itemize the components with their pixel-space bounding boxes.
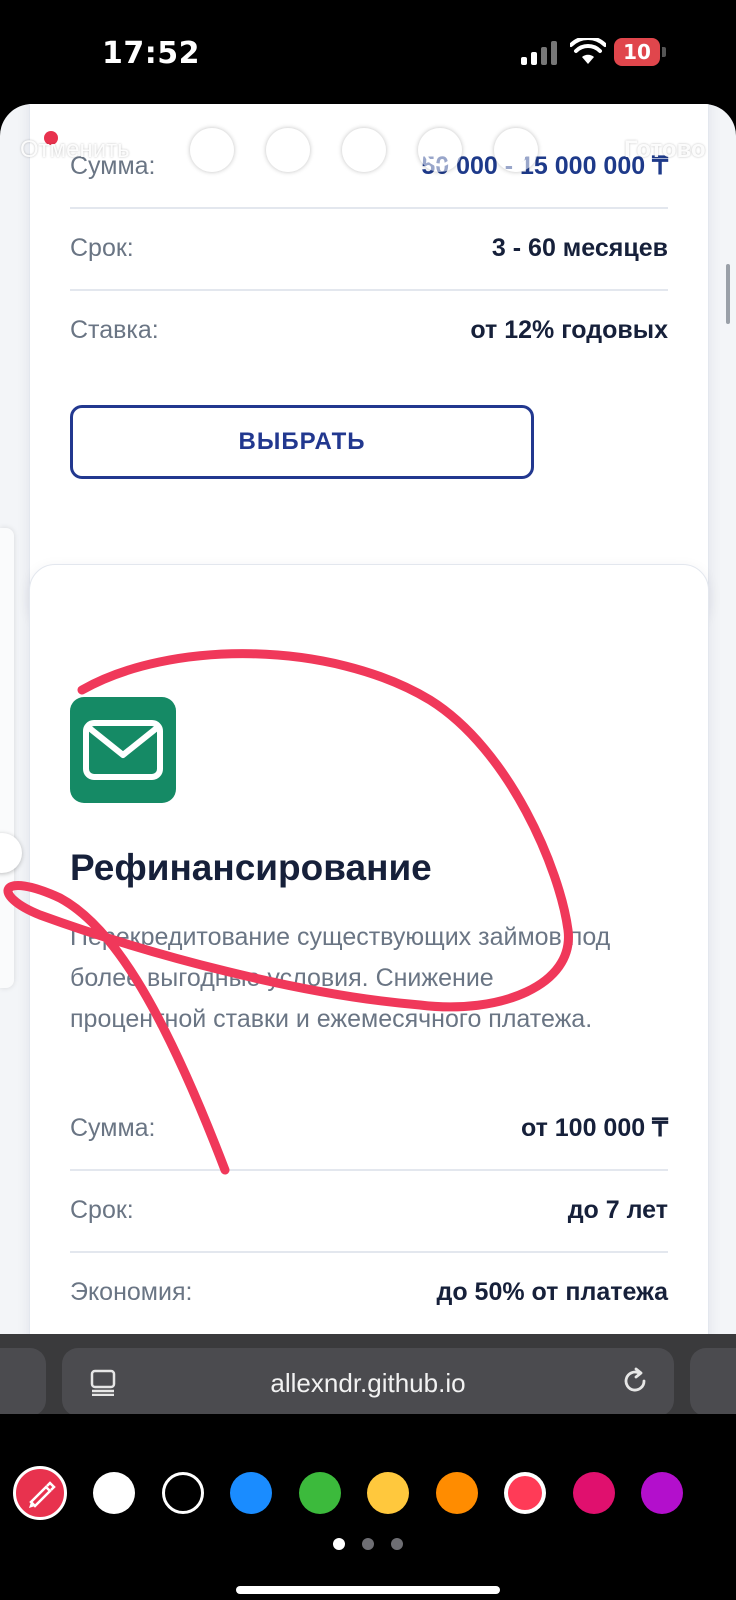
envelope-icon [70, 697, 176, 803]
color-swatch[interactable] [230, 1472, 272, 1514]
color-swatch[interactable] [298, 1472, 341, 1514]
reload-icon[interactable] [620, 1366, 650, 1396]
scroll-indicator[interactable] [726, 264, 730, 324]
home-indicator[interactable] [236, 1586, 500, 1594]
select-button[interactable]: ВЫБРАТЬ [70, 405, 534, 479]
color-swatch[interactable] [641, 1472, 683, 1514]
address-bar[interactable]: allexndr.github.io [62, 1348, 674, 1416]
row-label: Срок: [70, 233, 134, 262]
card-description: Перекредитование существующих займов под… [70, 923, 611, 1033]
url-text: allexndr.github.io [270, 1368, 466, 1398]
color-palette-icon[interactable] [418, 128, 462, 172]
pen-color-picker-button[interactable] [13, 1466, 67, 1520]
color-swatch[interactable] [572, 1472, 615, 1514]
page-indicator [333, 1538, 403, 1550]
color-swatch[interactable] [161, 1472, 204, 1514]
cancel-button[interactable]: Отменить [20, 136, 130, 164]
cellular-signal-icon [521, 41, 557, 65]
ruler-icon[interactable] [494, 128, 538, 172]
next-tab[interactable] [690, 1348, 736, 1416]
row-label: Ставка: [70, 315, 159, 344]
info-row: Ставка: от 12% годовых [70, 289, 668, 371]
info-row: Сумма: от 100 000 ₸ [70, 1087, 668, 1169]
pen-tool-icon[interactable] [190, 128, 234, 172]
row-value: до 7 лет [567, 1195, 668, 1224]
status-bar: 17:52 10 [0, 0, 736, 104]
row-label: Срок: [70, 1195, 134, 1224]
color-swatch[interactable] [93, 1472, 135, 1514]
wifi-icon [570, 38, 606, 64]
battery-level: 10 [614, 38, 660, 66]
color-swatch[interactable] [508, 1476, 542, 1510]
row-value: от 100 000 ₸ [520, 1114, 668, 1142]
row-value: до 50% от платежа [436, 1277, 668, 1306]
color-palette [0, 1414, 736, 1600]
info-row: Срок: 3 - 60 месяцев [70, 207, 668, 289]
eraser-icon[interactable] [342, 128, 386, 172]
status-time: 17:52 [102, 36, 200, 71]
battery-icon: 10 [614, 38, 666, 66]
card-title: Рефинансирование [70, 847, 432, 888]
refinance-card: Рефинансирование Перекредитование сущест… [29, 564, 709, 1412]
info-row: Экономия: до 50% от платежа [70, 1251, 668, 1333]
previous-tab[interactable] [0, 1348, 46, 1416]
row-label: Сумма: [70, 1113, 156, 1142]
done-button[interactable]: Готово [624, 136, 706, 164]
row-value: 3 - 60 месяцев [491, 233, 668, 262]
color-swatch[interactable] [435, 1472, 478, 1514]
screenshot-crop-handle[interactable] [0, 528, 14, 988]
upload-icon[interactable] [266, 128, 310, 172]
info-row: Срок: до 7 лет [70, 1169, 668, 1251]
color-swatch[interactable] [367, 1472, 409, 1514]
webpage-sheet[interactable]: Сумма: 50 000 - 15 000 000 ₸ Срок: 3 - 6… [0, 104, 736, 1412]
markup-toolbar: Отменить Готово [0, 118, 736, 182]
row-value: от 12% годовых [470, 315, 668, 344]
row-label: Экономия: [70, 1277, 193, 1306]
loan-card: Сумма: 50 000 - 15 000 000 ₸ Срок: 3 - 6… [29, 104, 709, 624]
